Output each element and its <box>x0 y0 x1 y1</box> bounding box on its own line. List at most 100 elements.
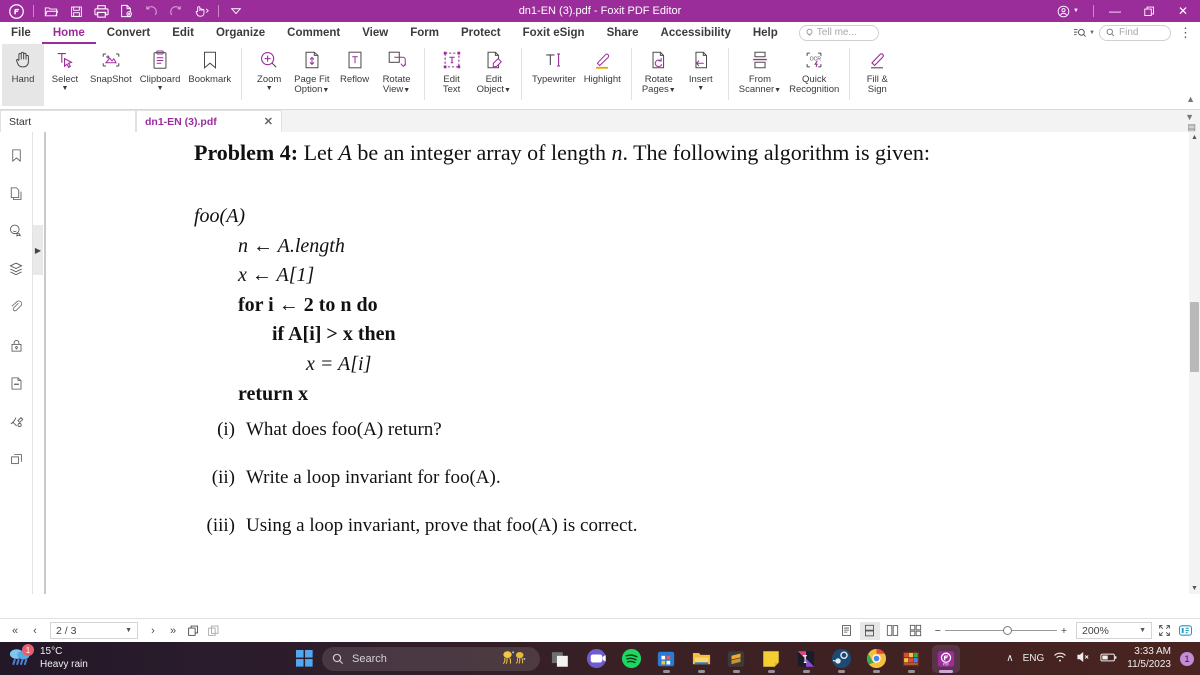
insert-pages-caret-icon[interactable]: ▼ <box>697 85 704 92</box>
sublime-text-icon[interactable] <box>722 645 750 673</box>
page-dropdown-caret-icon[interactable]: ▼ <box>125 627 132 634</box>
snapshot-button[interactable]: SnapShot <box>86 44 136 106</box>
from-scanner-button[interactable]: From Scanner▼ <box>735 44 785 106</box>
spotify-icon[interactable] <box>617 645 645 673</box>
google-chrome-icon[interactable] <box>862 645 890 673</box>
rotate-pages-button[interactable]: Rotate Pages▼ <box>638 44 680 106</box>
document-view[interactable]: Problem 4: Let A be an integer array of … <box>44 132 1189 594</box>
clipboard-caret-icon[interactable]: ▼ <box>157 85 164 92</box>
reflow-button[interactable]: Reflow <box>334 44 376 106</box>
last-page-button[interactable]: » <box>164 622 182 640</box>
microsoft-store-icon[interactable] <box>652 645 680 673</box>
search-input[interactable]: Search <box>322 646 540 671</box>
tab-close-icon[interactable]: ✕ <box>264 115 273 128</box>
first-page-button[interactable]: « <box>6 622 24 640</box>
menu-item-accessibility[interactable]: Accessibility <box>650 22 742 44</box>
menu-item-help[interactable]: Help <box>742 22 789 44</box>
menu-item-home[interactable]: Home <box>41 22 96 44</box>
language-indicator[interactable]: ENG <box>1023 653 1045 664</box>
highlight-button[interactable]: Highlight <box>580 44 625 106</box>
search-options-icon[interactable]: ▼ <box>1073 27 1095 39</box>
quick-recognition-button[interactable]: OCR Quick Recognition <box>785 44 843 106</box>
tell-me-box[interactable]: Tell me... <box>798 24 879 41</box>
restore-button[interactable] <box>1132 0 1166 22</box>
winrar-icon[interactable] <box>897 645 925 673</box>
clock[interactable]: 3:33 AM 11/5/2023 <box>1127 646 1171 671</box>
undo-icon[interactable] <box>139 1 163 21</box>
zoom-out-button[interactable]: − <box>935 625 941 637</box>
zoom-slider-knob[interactable] <box>1002 626 1012 635</box>
scroll-down-arrow-icon[interactable]: ▼ <box>1189 583 1200 594</box>
zoom-caret-icon[interactable]: ▼ <box>266 85 273 92</box>
menu-item-form[interactable]: Form <box>399 22 450 44</box>
duplicate-page-icon[interactable] <box>184 622 202 640</box>
menu-item-edit[interactable]: Edit <box>161 22 205 44</box>
notification-badge[interactable]: 1 <box>1180 651 1194 666</box>
menu-item-protect[interactable]: Protect <box>450 22 512 44</box>
open-icon[interactable] <box>39 1 63 21</box>
tabstrip-scroll-down-icon[interactable]: ▼ <box>1185 112 1194 122</box>
zoom-in-button[interactable]: + <box>1061 625 1067 637</box>
customize-caret-icon[interactable] <box>224 1 248 21</box>
hand-tool-button[interactable]: Hand <box>2 44 44 106</box>
create-pdf-icon[interactable] <box>114 1 138 21</box>
single-page-view-button[interactable] <box>837 622 857 640</box>
more-options-icon[interactable]: ⋮ <box>1175 25 1196 41</box>
fill-and-sign-button[interactable]: Fill & Sign <box>856 44 898 106</box>
redo-icon[interactable] <box>164 1 188 21</box>
rotate-view-button[interactable]: Rotate View▼ <box>376 44 418 106</box>
windows-start-icon[interactable] <box>293 648 315 670</box>
select-caret-icon[interactable]: ▼ <box>62 85 69 92</box>
zoom-button[interactable]: Zoom ▼ <box>248 44 290 106</box>
account-icon[interactable]: ▼ <box>1047 0 1089 22</box>
vertical-scroll-thumb[interactable] <box>1190 302 1199 372</box>
scroll-up-arrow-icon[interactable]: ▲ <box>1189 132 1200 143</box>
bookmark-button[interactable]: Bookmark <box>184 44 235 106</box>
menu-item-view[interactable]: View <box>351 22 399 44</box>
show-hidden-icons-chevron[interactable]: ∧ <box>1006 653 1013 664</box>
stamps-panel-icon[interactable] <box>5 448 27 470</box>
foxit-pdf-editor-icon[interactable]: PDF <box>932 644 960 673</box>
save-icon[interactable] <box>64 1 88 21</box>
select-tool-button[interactable]: Select ▼ <box>44 44 86 106</box>
zoom-slider-track[interactable] <box>944 626 1057 635</box>
menu-item-foxit-esign[interactable]: Foxit eSign <box>512 22 596 44</box>
tab-start[interactable]: Start <box>0 110 136 132</box>
volume-muted-icon[interactable] <box>1076 651 1091 666</box>
next-page-button[interactable]: › <box>144 622 162 640</box>
rail-expand-button[interactable]: ▶ <box>33 225 43 275</box>
microsoft-teams-icon[interactable] <box>582 645 610 673</box>
menu-item-organize[interactable]: Organize <box>205 22 276 44</box>
fullscreen-icon[interactable] <box>1155 622 1173 640</box>
minimize-button[interactable]: — <box>1098 0 1132 22</box>
sticky-notes-icon[interactable] <box>757 645 785 673</box>
comments-panel-icon[interactable] <box>5 220 27 242</box>
previous-page-button[interactable]: ‹ <box>26 622 44 640</box>
menu-item-convert[interactable]: Convert <box>96 22 161 44</box>
tab-dn1-en-pdf[interactable]: dn1-EN (3).pdf ✕ <box>136 110 282 132</box>
task-view-icon[interactable] <box>547 645 575 673</box>
attachments-panel-icon[interactable] <box>5 296 27 318</box>
print-icon[interactable] <box>89 1 113 21</box>
document-vertical-scrollbar[interactable]: ▲ ▼ <box>1189 132 1200 594</box>
typewriter-button[interactable]: Typewriter <box>528 44 580 106</box>
reading-mode-icon[interactable] <box>1176 622 1194 640</box>
page-number-input[interactable]: 2 / 3 ▼ <box>50 622 138 639</box>
zoom-level-input[interactable]: 200% ▼ <box>1076 622 1152 639</box>
continuous-view-button[interactable] <box>859 621 880 640</box>
menu-item-share[interactable]: Share <box>596 22 650 44</box>
layers-panel-icon[interactable] <box>5 258 27 280</box>
pages-panel-icon[interactable] <box>5 182 27 204</box>
wifi-icon[interactable] <box>1053 651 1067 666</box>
rotate-view-caret-icon[interactable]: ▼ <box>403 87 410 94</box>
security-panel-icon[interactable] <box>5 334 27 356</box>
insert-pages-button[interactable]: Insert ▼ <box>680 44 722 106</box>
zoom-dropdown-caret-icon[interactable]: ▼ <box>1139 627 1146 634</box>
from-scanner-caret-icon[interactable]: ▼ <box>774 87 781 94</box>
intellij-idea-icon[interactable] <box>792 645 820 673</box>
page-fit-option-button[interactable]: Page Fit Option▼ <box>290 44 333 106</box>
steam-icon[interactable] <box>827 645 855 673</box>
menu-item-comment[interactable]: Comment <box>276 22 351 44</box>
touch-mode-icon[interactable] <box>189 1 213 21</box>
file-explorer-icon[interactable] <box>687 645 715 673</box>
